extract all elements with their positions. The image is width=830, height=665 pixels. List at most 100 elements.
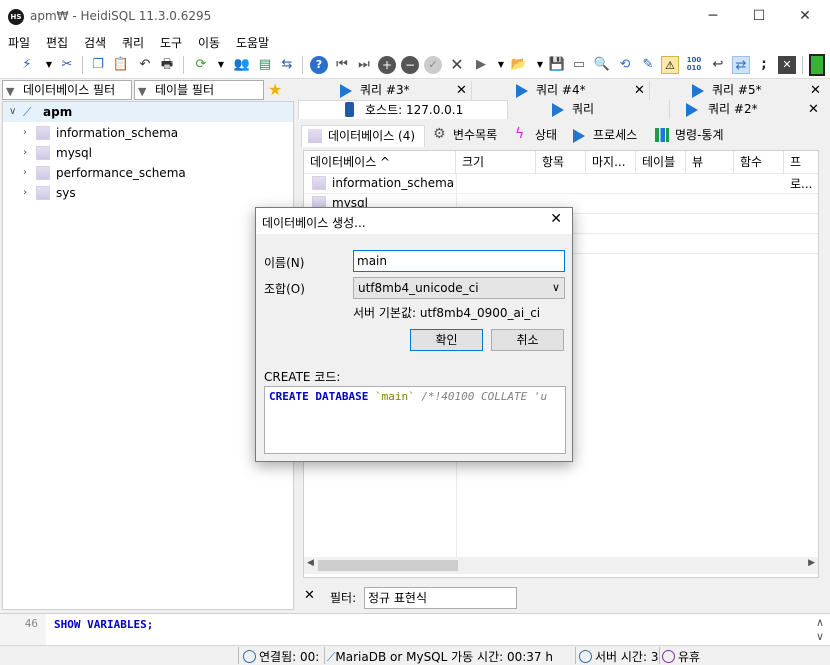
name-input[interactable]: main — [353, 250, 565, 272]
tab-query-4[interactable]: 쿼리 #4* ✕ — [474, 81, 650, 100]
binary-icon[interactable]: 100 010 — [685, 56, 703, 74]
expand-arrow-icon[interactable]: › — [23, 183, 27, 203]
sql-log[interactable]: 46 SHOW VARIABLES; ∧ ∨ — [0, 613, 830, 646]
first-icon[interactable]: ⏮ — [333, 56, 351, 74]
dialog-close-icon[interactable]: ✕ — [550, 211, 562, 227]
open-folder-icon[interactable]: 📂 — [510, 56, 528, 74]
menu-file[interactable]: 파일 — [8, 34, 30, 51]
scroll-down-icon[interactable]: ∨ — [816, 630, 824, 643]
tree-item[interactable]: › performance_schema — [3, 163, 293, 183]
tab-query-5[interactable]: 쿼리 #5* ✕ — [652, 81, 828, 100]
create-code-editor[interactable]: CREATE DATABASE `main` /*!40100 COLLATE … — [264, 386, 566, 454]
close-tab-icon[interactable]: ✕ — [778, 56, 796, 74]
clear-icon[interactable]: ✎ — [639, 56, 657, 74]
column-header-database[interactable]: 데이터베이스 ^ — [304, 151, 456, 173]
column-header-functions[interactable]: 함수 — [734, 151, 784, 173]
table-row[interactable]: information_schema — [304, 173, 818, 193]
table-filter[interactable]: ▼ 테이블 필터 — [134, 80, 264, 100]
semicolon-icon[interactable]: ; — [755, 56, 773, 74]
export-icon[interactable]: ▤ — [256, 56, 274, 74]
dropdown-arrow-icon[interactable]: ▼ — [40, 56, 58, 74]
tab-processes[interactable]: 프로세스 — [567, 125, 647, 147]
help-icon[interactable]: ? — [310, 56, 328, 74]
column-header-size[interactable]: 크기 — [456, 151, 536, 173]
tab-databases[interactable]: 데이터베이스 (4) — [301, 125, 425, 147]
tree-root-apm[interactable]: ∨ ⟋ apm — [3, 102, 293, 122]
check-icon[interactable]: ✓ — [424, 56, 442, 74]
menu-tools[interactable]: 도구 — [160, 34, 182, 51]
menu-help[interactable]: 도움말 — [236, 34, 269, 51]
column-header-last[interactable]: 마지... — [586, 151, 636, 173]
tab-query[interactable]: 쿼리 — [510, 100, 670, 119]
cancel-button[interactable]: 취소 — [491, 329, 564, 351]
menu-search[interactable]: 검색 — [84, 34, 106, 51]
filter-input[interactable]: 정규 표현식 — [364, 587, 517, 609]
tab-query-2[interactable]: 쿼리 #2* ✕ — [672, 100, 828, 119]
user-manager-icon[interactable]: 👥 — [233, 56, 251, 74]
tab-host[interactable]: 호스트: 127.0.0.1 — [298, 100, 508, 119]
tab-variables[interactable]: ⚙ 변수목록 — [427, 125, 507, 147]
close-filter-icon[interactable]: ✕ — [304, 588, 315, 603]
collapse-arrow-icon[interactable]: ∨ — [9, 102, 16, 122]
ok-button[interactable]: 확인 — [410, 329, 483, 351]
run-icon[interactable]: ▶ — [472, 56, 490, 74]
warning-icon[interactable]: ⚠ — [661, 56, 679, 74]
close-button[interactable]: ✕ — [782, 0, 828, 32]
add-icon[interactable]: + — [378, 56, 396, 74]
refresh-icon[interactable]: ⟳ — [192, 56, 210, 74]
expand-arrow-icon[interactable]: › — [23, 163, 27, 183]
last-icon[interactable]: ⏭ — [355, 56, 373, 74]
scroll-up-icon[interactable]: ∧ — [816, 616, 824, 629]
expand-arrow-icon[interactable]: › — [23, 143, 27, 163]
print-icon[interactable]: 🖶 — [158, 56, 176, 74]
tree-item[interactable]: › mysql — [3, 143, 293, 163]
horizontal-scrollbar[interactable]: ◀ ▶ — [304, 557, 818, 574]
menu-edit[interactable]: 편집 — [46, 34, 68, 51]
search-icon[interactable]: 🔍 — [593, 56, 611, 74]
delete-icon[interactable]: − — [401, 56, 419, 74]
wrap-icon[interactable]: ↩ — [709, 56, 727, 74]
column-header-tables[interactable]: 테이블 — [636, 151, 686, 173]
cell-database: information_schema — [332, 176, 455, 190]
close-tab-icon[interactable]: ✕ — [456, 81, 467, 100]
save-icon[interactable]: 💾 — [548, 56, 566, 74]
close-tab-icon[interactable]: ✕ — [808, 100, 819, 119]
refresh-dropdown-icon[interactable]: ▼ — [212, 56, 230, 74]
close-tab-icon[interactable]: ✕ — [810, 81, 821, 100]
star-icon[interactable]: ★ — [268, 80, 282, 99]
column-header-items[interactable]: 항목 — [536, 151, 586, 173]
sync-icon[interactable]: ⇄ — [732, 56, 750, 74]
maximize-button[interactable]: ☐ — [736, 0, 782, 32]
tab-query-3[interactable]: 쿼리 #3* ✕ — [298, 81, 472, 100]
scroll-right-icon[interactable]: ▶ — [808, 558, 815, 568]
menu-query[interactable]: 쿼리 — [122, 34, 144, 51]
tab-status[interactable]: ϟ 상태 — [509, 125, 565, 147]
close-tab-icon[interactable]: ✕ — [634, 81, 645, 100]
plug-icon[interactable]: ⚡ — [18, 56, 36, 74]
expand-arrow-icon[interactable]: › — [23, 123, 27, 143]
minimize-button[interactable]: ─ — [690, 0, 736, 32]
tab-command-stats[interactable]: 명령-통계 — [649, 125, 733, 147]
run-dropdown-icon[interactable]: ▼ — [492, 56, 510, 74]
find-replace-icon[interactable]: ⟲ — [616, 56, 634, 74]
database-filter[interactable]: ▼ 데이터베이스 필터 — [2, 80, 132, 100]
disconnect-icon[interactable]: ✂ — [58, 56, 76, 74]
tree-item[interactable]: › sys — [3, 183, 293, 203]
collation-select[interactable]: utf8mb4_unicode_ci ∨ — [353, 277, 565, 299]
arrows-icon[interactable]: ⇆ — [278, 56, 296, 74]
scroll-left-icon[interactable]: ◀ — [307, 558, 314, 568]
scrollbar-thumb[interactable] — [318, 560, 458, 571]
copy-icon[interactable]: ❐ — [89, 56, 107, 74]
chevron-down-icon[interactable]: ∨ — [552, 278, 560, 298]
column-header-views[interactable]: 뷰 — [686, 151, 734, 173]
green-box-icon[interactable] — [809, 54, 825, 76]
open-dropdown-icon[interactable]: ▼ — [531, 56, 549, 74]
undo-icon[interactable]: ↶ — [136, 56, 154, 74]
tree-item[interactable]: › information_schema — [3, 123, 293, 143]
cancel-icon[interactable]: ✕ — [448, 56, 466, 74]
tab-label: 변수목록 — [453, 128, 498, 142]
paste-icon[interactable]: 📋 — [112, 56, 130, 74]
menu-go[interactable]: 이동 — [198, 34, 220, 51]
query-log-icon[interactable]: ▭ — [570, 56, 588, 74]
column-header-procedures[interactable]: 프로... — [784, 151, 818, 191]
